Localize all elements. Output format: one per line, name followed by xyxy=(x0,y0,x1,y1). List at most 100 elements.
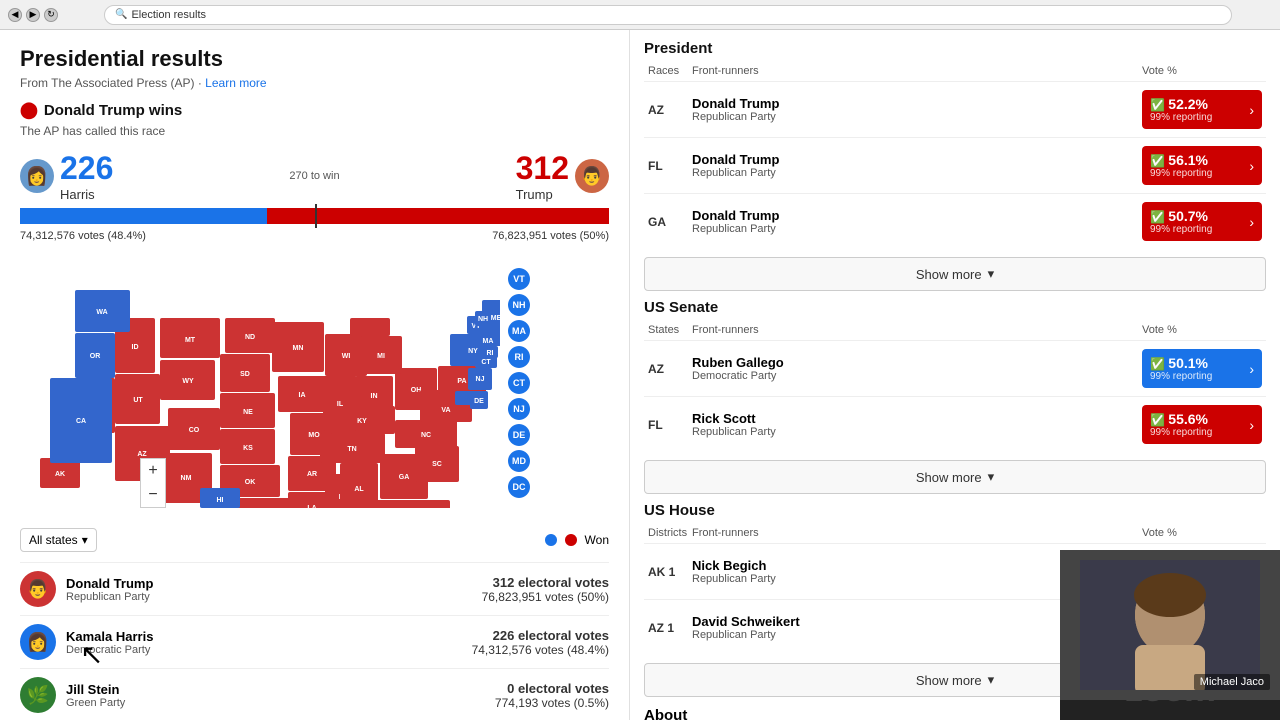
race-state: GA xyxy=(648,215,692,229)
race-row[interactable]: FL Rick Scott Republican Party ✅ 55.6% 9… xyxy=(644,396,1266,452)
dot-ri: RI xyxy=(508,346,530,368)
senate-col-votes: Vote % xyxy=(1142,324,1262,336)
race-candidate-name: Rick Scott xyxy=(692,411,1142,426)
candidate-list: 👨 Donald Trump Republican Party 312 elec… xyxy=(20,562,609,720)
harris-label: Harris xyxy=(60,187,113,202)
race-result[interactable]: ✅ 52.2% 99% reporting › xyxy=(1142,90,1262,129)
page-title: Presidential results xyxy=(20,46,609,72)
race-row[interactable]: FL Donald Trump Republican Party ✅ 56.1%… xyxy=(644,137,1266,193)
presidential-col-headers: Races Front-runners Vote % xyxy=(644,65,1266,77)
dot-ct: CT xyxy=(508,372,530,394)
state-dot-item[interactable]: VT xyxy=(508,268,530,290)
race-result[interactable]: ✅ 56.1% 99% reporting › xyxy=(1142,146,1262,185)
svg-text:MT: MT xyxy=(185,337,196,344)
svg-text:WY: WY xyxy=(182,378,194,385)
candidate-party: Republican Party xyxy=(66,591,482,603)
race-info: Donald Trump Republican Party xyxy=(692,208,1142,235)
presidential-races-list: AZ Donald Trump Republican Party ✅ 52.2%… xyxy=(644,81,1266,249)
address-text: Election results xyxy=(131,9,206,21)
result-reporting: 99% reporting xyxy=(1150,112,1212,123)
candidate-party: Democratic Party xyxy=(66,644,472,656)
svg-text:AL: AL xyxy=(354,486,364,493)
race-check-pct: ✅ 55.6% xyxy=(1150,411,1212,427)
result-reporting: 99% reporting xyxy=(1150,168,1212,179)
zoom-in-button[interactable]: + xyxy=(141,459,165,483)
ev-trump: 312 Trump 👨 xyxy=(516,150,609,202)
address-bar[interactable]: 🔍 Election results xyxy=(104,5,1232,25)
dot-ma: MA xyxy=(508,320,530,342)
race-state: AK 1 xyxy=(648,565,692,579)
browser-back[interactable]: ◀ xyxy=(8,8,22,22)
vote-totals: 74,312,576 votes (48.4%) 76,823,951 vote… xyxy=(20,230,609,242)
legend-won-label: Won xyxy=(585,533,609,547)
legend-blue-dot xyxy=(545,534,557,546)
map-and-dots: AK MT ND WY SD NE xyxy=(20,258,609,508)
trump-vote-total: 76,823,951 votes (50%) xyxy=(492,230,609,242)
result-check-icon: ✅ xyxy=(1150,357,1165,371)
svg-text:RI: RI xyxy=(487,350,494,357)
map-container: AK MT ND WY SD NE xyxy=(20,258,609,518)
candidate-total-votes: 774,193 votes (0.5%) xyxy=(495,696,609,710)
senate-col-headers: States Front-runners Vote % xyxy=(644,324,1266,336)
filter-chevron-icon: ▾ xyxy=(82,533,88,547)
senate-show-more-label: Show more xyxy=(916,470,982,485)
browser-forward[interactable]: ▶ xyxy=(26,8,40,22)
race-state: FL xyxy=(648,418,692,432)
harris-avatar: 👩 xyxy=(20,159,54,193)
house-col-votes: Vote % xyxy=(1142,527,1262,539)
col-races: Races xyxy=(648,65,692,77)
race-row[interactable]: AZ Donald Trump Republican Party ✅ 52.2%… xyxy=(644,81,1266,137)
svg-text:CO: CO xyxy=(189,427,200,434)
zoom-out-button[interactable]: − xyxy=(141,483,165,507)
senate-col-states: States xyxy=(648,324,692,336)
race-result[interactable]: ✅ 55.6% 99% reporting › xyxy=(1142,405,1262,444)
race-party: Republican Party xyxy=(692,167,1142,179)
candidate-info: Jill Stein Green Party xyxy=(66,682,495,709)
race-info: Ruben Gallego Democratic Party xyxy=(692,355,1142,382)
result-check-icon: ✅ xyxy=(1150,413,1165,427)
presidential-show-more-icon: ▾ xyxy=(988,266,995,282)
state-dot-item[interactable]: RI xyxy=(508,346,530,368)
candidate-ev: 312 electoral votes xyxy=(482,575,609,590)
winner-banner: ⬤ Donald Trump wins xyxy=(20,100,609,120)
states-filter-dropdown[interactable]: All states ▾ xyxy=(20,528,97,552)
result-arrow-icon: › xyxy=(1249,102,1254,118)
svg-text:SC: SC xyxy=(432,461,442,468)
winner-text: Donald Trump wins xyxy=(44,102,182,119)
race-info: Rick Scott Republican Party xyxy=(692,411,1142,438)
race-result-info: ✅ 50.7% 99% reporting xyxy=(1150,208,1212,235)
state-dot-item[interactable]: DE xyxy=(508,424,530,446)
state-dot-item[interactable]: DC xyxy=(508,476,530,498)
presidential-show-more-button[interactable]: Show more ▾ xyxy=(644,257,1266,291)
browser-refresh[interactable]: ↻ xyxy=(44,8,58,22)
state-dot-item[interactable]: CT xyxy=(508,372,530,394)
harris-ev-number: 226 xyxy=(60,150,113,187)
ev-row: 👩 226 Harris 270 to win 312 Trump 👨 xyxy=(20,150,609,202)
house-col-runners: Front-runners xyxy=(692,527,1142,539)
race-result[interactable]: ✅ 50.1% 99% reporting › xyxy=(1142,349,1262,388)
state-dot-item[interactable]: NJ xyxy=(508,398,530,420)
svg-text:KY: KY xyxy=(357,418,367,425)
candidate-row: 🌿 Jill Stein Green Party 0 electoral vot… xyxy=(20,668,609,720)
candidate-party: Green Party xyxy=(66,697,495,709)
senate-races-list: AZ Ruben Gallego Democratic Party ✅ 50.1… xyxy=(644,340,1266,452)
svg-text:UT: UT xyxy=(133,397,143,404)
trump-label: Trump xyxy=(516,187,569,202)
state-dot-item[interactable]: NH xyxy=(508,294,530,316)
presenter-video xyxy=(1080,560,1260,690)
svg-text:IN: IN xyxy=(371,393,378,400)
race-result[interactable]: ✅ 50.7% 99% reporting › xyxy=(1142,202,1262,241)
race-row[interactable]: GA Donald Trump Republican Party ✅ 50.7%… xyxy=(644,193,1266,249)
senate-show-more-button[interactable]: Show more ▾ xyxy=(644,460,1266,494)
state-dot-item[interactable]: MA xyxy=(508,320,530,342)
svg-text:WA: WA xyxy=(96,309,107,316)
learn-more-link[interactable]: Learn more xyxy=(205,76,266,90)
svg-text:KS: KS xyxy=(243,445,253,452)
race-row[interactable]: AZ Ruben Gallego Democratic Party ✅ 50.1… xyxy=(644,340,1266,396)
harris-vote-total: 74,312,576 votes (48.4%) xyxy=(20,230,146,242)
state-dot-item[interactable]: MD xyxy=(508,450,530,472)
svg-text:OK: OK xyxy=(245,479,256,486)
us-map-svg[interactable]: AK MT ND WY SD NE xyxy=(20,258,500,508)
zoom-controls[interactable]: + − xyxy=(140,458,166,508)
win-threshold: 270 to win xyxy=(289,170,339,182)
